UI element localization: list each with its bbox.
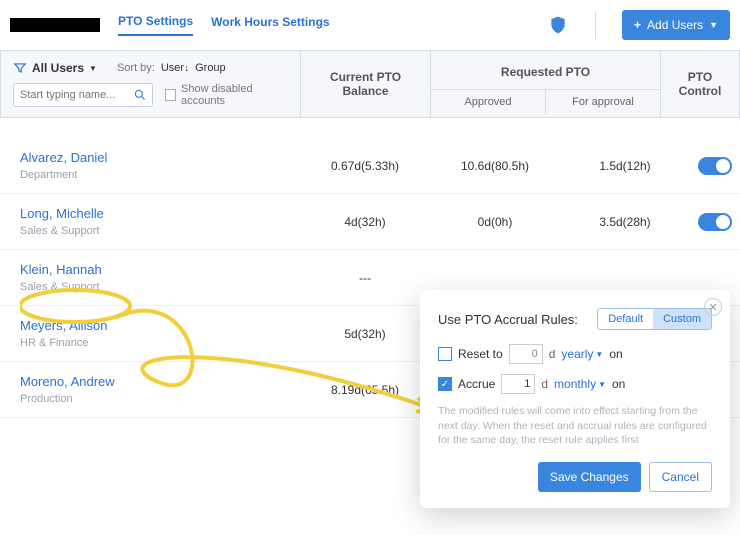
segment-default[interactable]: Default: [598, 309, 653, 329]
triangle-down-icon: ▼: [598, 380, 606, 389]
accrue-on: on: [612, 377, 625, 391]
filter-bar: All Users ▼ Sort by: User↓ Group Show di…: [0, 50, 740, 118]
tab-pto-settings[interactable]: PTO Settings: [118, 14, 193, 36]
balance-cell: 0.67d(5.33h): [300, 159, 430, 173]
popup-note: The modified rules will come into effect…: [438, 404, 712, 448]
all-users-filter[interactable]: All Users ▼: [13, 61, 97, 75]
segment-custom[interactable]: Custom: [653, 309, 711, 329]
user-department: Sales & Support: [20, 225, 300, 237]
for-approval-cell: 3.5d(28h): [560, 215, 690, 229]
add-users-label: Add Users: [647, 18, 703, 32]
header-pto-control: PTO Control: [661, 51, 739, 117]
show-disabled-checkbox[interactable]: [165, 89, 176, 101]
reset-freq-select[interactable]: yearly ▼: [561, 347, 603, 361]
search-input[interactable]: [13, 83, 153, 107]
approved-cell: 0d(0h): [430, 215, 560, 229]
accrue-label: Accrue: [458, 377, 495, 391]
all-users-label: All Users: [32, 61, 84, 75]
user-department: Department: [20, 169, 300, 181]
pto-control-toggle[interactable]: [698, 213, 732, 231]
rules-segment: Default Custom: [597, 308, 712, 330]
cancel-button[interactable]: Cancel: [649, 462, 712, 492]
caret-down-icon: ▼: [89, 64, 97, 73]
accrue-freq-select[interactable]: monthly ▼: [554, 377, 606, 391]
user-department: HR & Finance: [20, 337, 300, 349]
chevron-down-icon: ▼: [709, 20, 718, 30]
sort-label: Sort by:: [117, 62, 155, 74]
shield-icon[interactable]: [547, 14, 569, 36]
reset-on: on: [609, 347, 622, 361]
top-bar: PTO Settings Work Hours Settings + Add U…: [0, 0, 740, 40]
sort-group[interactable]: Group: [195, 62, 226, 74]
reset-checkbox[interactable]: [438, 347, 452, 361]
accrual-rules-popup: ✕ Use PTO Accrual Rules: Default Custom …: [420, 290, 730, 508]
accrue-value-input[interactable]: [501, 374, 535, 394]
reset-rule: Reset to d yearly ▼ on: [438, 344, 712, 364]
user-name-link[interactable]: Alvarez, Daniel: [20, 150, 300, 165]
redacted-block: [10, 18, 100, 32]
add-users-button[interactable]: + Add Users ▼: [622, 10, 730, 40]
user-name-link[interactable]: Moreno, Andrew: [20, 374, 300, 389]
user-department: Production: [20, 393, 300, 405]
header-for-approval: For approval: [546, 90, 660, 114]
show-disabled-label: Show disabled accounts: [181, 83, 288, 107]
search-icon[interactable]: [133, 88, 147, 105]
sort-by: Sort by: User↓ Group: [117, 62, 226, 74]
for-approval-cell: 1.5d(12h): [560, 159, 690, 173]
table-row: Long, Michelle Sales & Support4d(32h)0d(0…: [0, 194, 740, 250]
reset-value-input[interactable]: [509, 344, 543, 364]
accrue-rule: ✓ Accrue d monthly ▼ on: [438, 374, 712, 394]
user-name-link[interactable]: Long, Michelle: [20, 206, 300, 221]
funnel-icon: [13, 61, 27, 75]
header-approved: Approved: [431, 90, 546, 114]
divider: [595, 11, 596, 39]
reset-label: Reset to: [458, 347, 503, 361]
accrue-unit: d: [541, 377, 548, 391]
plus-icon: +: [634, 18, 641, 32]
tab-work-hours-settings[interactable]: Work Hours Settings: [211, 15, 329, 35]
accrue-checkbox[interactable]: ✓: [438, 377, 452, 391]
balance-cell: 5d(32h): [300, 327, 430, 341]
approved-cell: 10.6d(80.5h): [430, 159, 560, 173]
pto-control-toggle[interactable]: [698, 157, 732, 175]
popup-title: Use PTO Accrual Rules:: [438, 312, 578, 327]
save-changes-button[interactable]: Save Changes: [538, 462, 641, 492]
header-requested-pto: Requested PTO: [431, 55, 660, 90]
header-current-balance: Current PTO Balance: [301, 51, 431, 117]
reset-unit: d: [549, 347, 556, 361]
sort-user[interactable]: User↓: [161, 62, 189, 74]
user-name-link[interactable]: Klein, Hannah: [20, 262, 300, 277]
balance-cell: 8.19d(65.5h): [300, 383, 430, 397]
triangle-down-icon: ▼: [595, 350, 603, 359]
close-icon[interactable]: ✕: [704, 298, 722, 316]
balance-cell: 4d(32h): [300, 215, 430, 229]
balance-cell: ---: [300, 271, 430, 285]
table-row: Alvarez, Daniel Department0.67d(5.33h)10.…: [0, 138, 740, 194]
arrow-down-icon: ↓: [184, 63, 189, 74]
user-name-link[interactable]: Meyers, Allison: [20, 318, 300, 333]
user-department: Sales & Support: [20, 281, 300, 293]
